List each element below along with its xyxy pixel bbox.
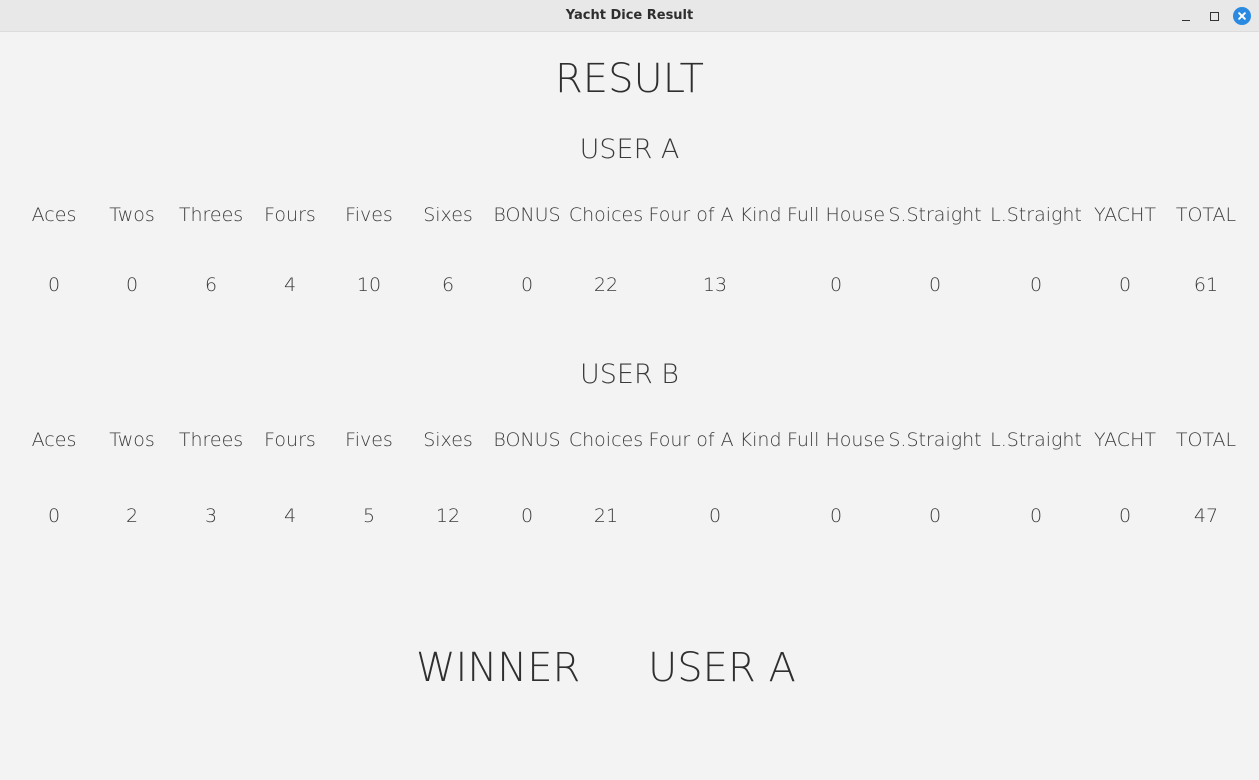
score-cell: 21 bbox=[593, 505, 619, 527]
column-header: Aces bbox=[31, 429, 77, 451]
score-cell: 10 bbox=[356, 274, 382, 296]
column-header: Fours bbox=[264, 429, 316, 451]
score-cell: 0 bbox=[520, 505, 534, 527]
score-cell: 0 bbox=[1029, 274, 1043, 296]
score-cell: 0 bbox=[520, 274, 534, 296]
score-cell: 0 bbox=[47, 274, 61, 296]
close-button[interactable] bbox=[1232, 6, 1252, 26]
score-cell: 0 bbox=[928, 505, 942, 527]
score-cell: 12 bbox=[435, 505, 461, 527]
title-bar: Yacht Dice Result bbox=[0, 0, 1259, 32]
user-a-header-row: Aces Twos Threes Fours Fives Sixes BONUS… bbox=[0, 204, 1259, 234]
score-cell: 0 bbox=[708, 505, 722, 527]
column-header: Full House bbox=[786, 429, 886, 451]
total-cell: 61 bbox=[1193, 274, 1219, 296]
score-cell: 3 bbox=[204, 505, 218, 527]
maximize-icon bbox=[1209, 11, 1219, 21]
score-cell: 2 bbox=[125, 505, 139, 527]
column-header: Four of A Kind bbox=[648, 204, 782, 226]
user-b-header-row: Aces Twos Threes Fours Fives Sixes BONUS… bbox=[0, 429, 1259, 459]
close-icon bbox=[1233, 7, 1251, 25]
score-cell: 0 bbox=[1029, 505, 1043, 527]
column-header: TOTAL bbox=[1175, 204, 1237, 226]
column-header: Full House bbox=[786, 204, 886, 226]
column-header: Sixes bbox=[423, 429, 473, 451]
score-cell: 4 bbox=[283, 505, 297, 527]
score-cell: 0 bbox=[1118, 274, 1132, 296]
user-b-score-row: 0 2 3 4 5 12 0 21 0 0 0 0 0 47 bbox=[0, 505, 1259, 535]
score-cell: 0 bbox=[1118, 505, 1132, 527]
column-header: Threes bbox=[178, 429, 244, 451]
column-header: S.Straight bbox=[888, 204, 982, 226]
column-header: L.Straight bbox=[990, 204, 1082, 226]
score-cell: 0 bbox=[829, 505, 843, 527]
column-header: S.Straight bbox=[888, 429, 982, 451]
column-header: Choices bbox=[568, 429, 644, 451]
column-header: BONUS bbox=[493, 204, 561, 226]
minimize-button[interactable] bbox=[1176, 6, 1196, 26]
column-header: L.Straight bbox=[990, 429, 1082, 451]
user-a-title: USER A bbox=[579, 134, 680, 165]
score-cell: 0 bbox=[928, 274, 942, 296]
column-header: Threes bbox=[178, 204, 244, 226]
minimize-icon bbox=[1182, 19, 1190, 21]
total-cell: 47 bbox=[1193, 505, 1219, 527]
column-header: Fours bbox=[264, 204, 316, 226]
maximize-button[interactable] bbox=[1204, 6, 1224, 26]
window-title: Yacht Dice Result bbox=[565, 8, 694, 23]
winner-name: USER A bbox=[648, 645, 796, 691]
column-header: Fives bbox=[345, 204, 393, 226]
column-header: BONUS bbox=[493, 429, 561, 451]
column-header: TOTAL bbox=[1175, 429, 1237, 451]
score-cell: 22 bbox=[593, 274, 619, 296]
column-header: Sixes bbox=[423, 204, 473, 226]
score-cell: 4 bbox=[283, 274, 297, 296]
column-header: YACHT bbox=[1094, 429, 1156, 451]
user-b-title: USER B bbox=[580, 359, 679, 390]
winner-label: WINNER bbox=[416, 645, 581, 691]
column-header: Twos bbox=[109, 204, 155, 226]
score-cell: 13 bbox=[702, 274, 728, 296]
column-header: Fives bbox=[345, 429, 393, 451]
score-cell: 0 bbox=[125, 274, 139, 296]
page-title: RESULT bbox=[555, 56, 704, 102]
user-a-score-row: 0 0 6 4 10 6 0 22 13 0 0 0 0 61 bbox=[0, 274, 1259, 304]
score-cell: 6 bbox=[441, 274, 455, 296]
column-header: Four of A Kind bbox=[648, 429, 782, 451]
column-header: YACHT bbox=[1094, 204, 1156, 226]
score-cell: 5 bbox=[362, 505, 376, 527]
column-header: Aces bbox=[31, 204, 77, 226]
score-cell: 0 bbox=[829, 274, 843, 296]
column-header: Twos bbox=[109, 429, 155, 451]
score-cell: 6 bbox=[204, 274, 218, 296]
column-header: Choices bbox=[568, 204, 644, 226]
score-cell: 0 bbox=[47, 505, 61, 527]
